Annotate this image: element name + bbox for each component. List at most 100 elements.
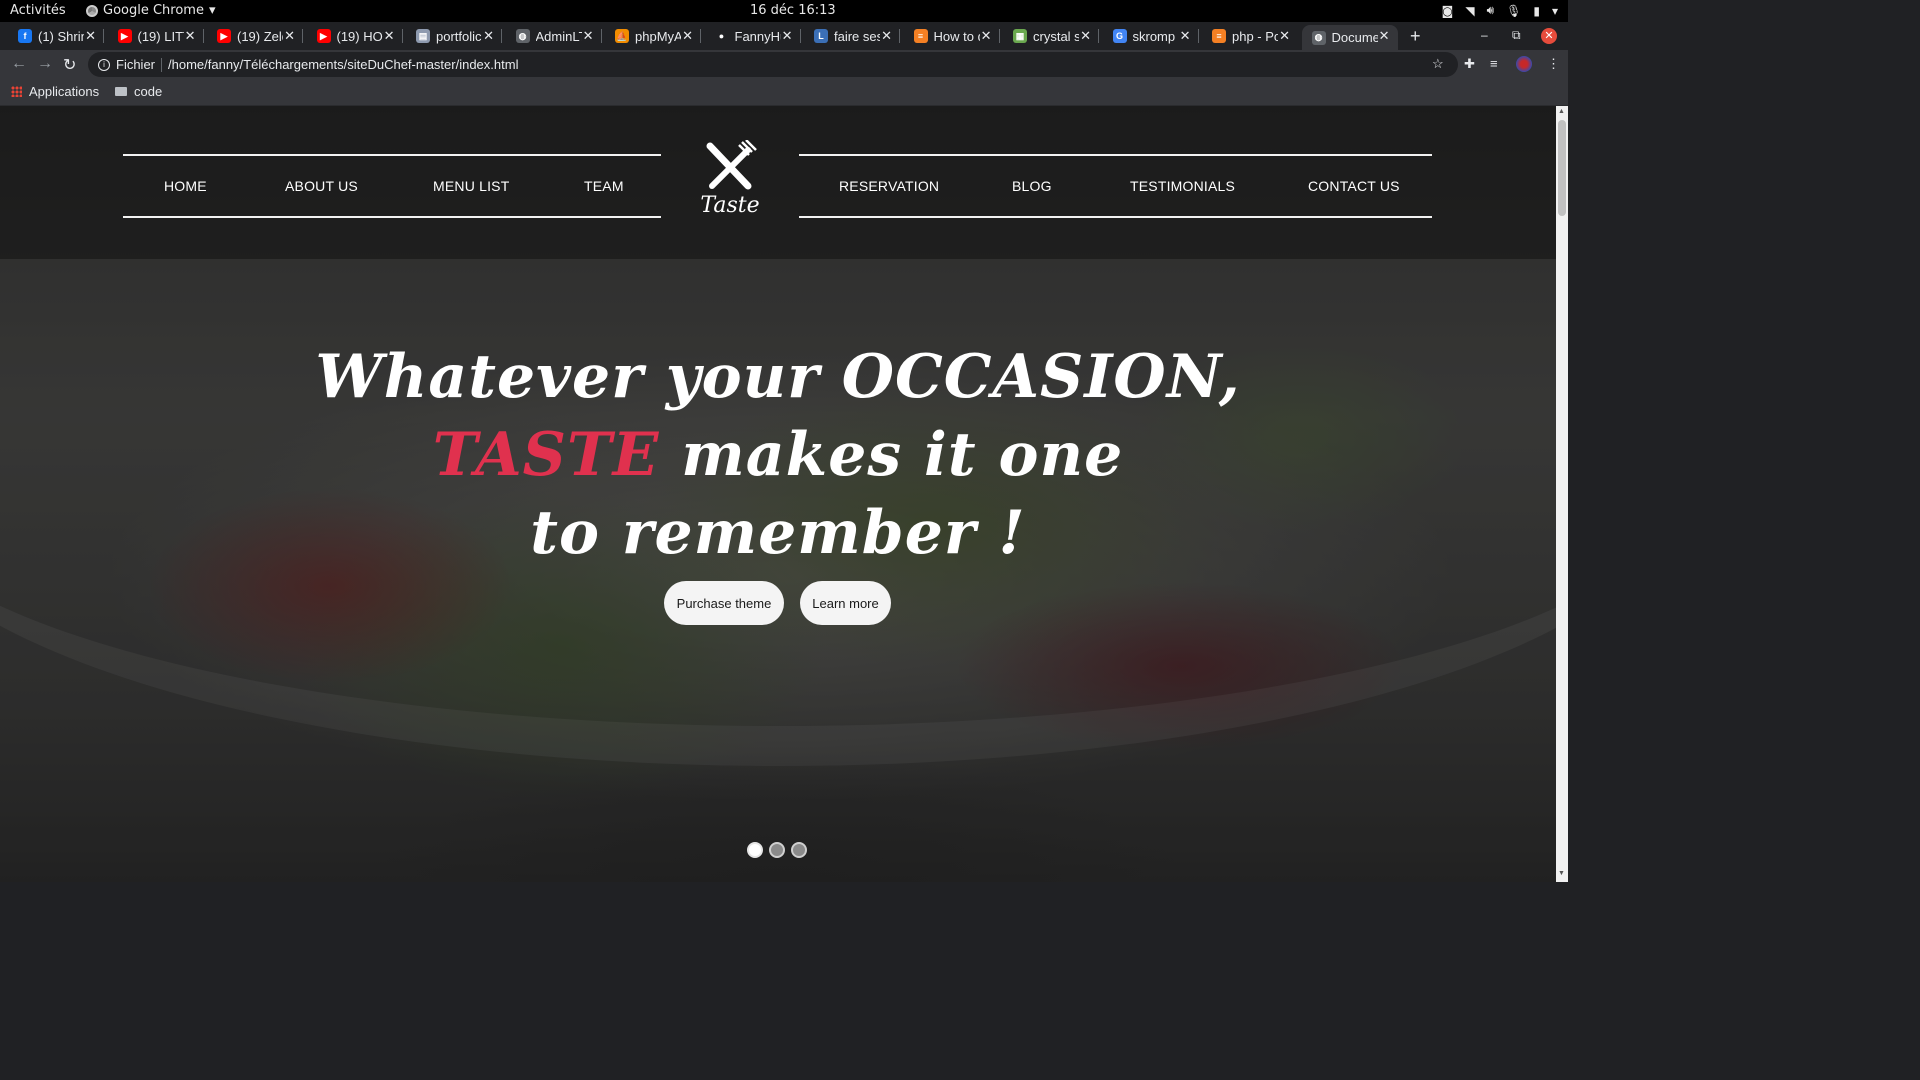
- battery-icon: ▮: [1533, 3, 1540, 18]
- close-tab-icon[interactable]: ✕: [583, 28, 594, 44]
- wifi-icon: ◥: [1465, 3, 1475, 18]
- close-tab-icon[interactable]: ✕: [185, 28, 196, 44]
- bookmark-label: Applications: [29, 84, 100, 99]
- close-tab-icon[interactable]: ✕: [384, 28, 395, 44]
- chrome-icon: [86, 4, 98, 17]
- minimize-button[interactable]: –: [1481, 28, 1488, 42]
- system-top-bar: Activités Google Chrome ▾ 16 déc 16:13 ◙…: [0, 0, 1568, 22]
- browser-tab[interactable]: ▦ crystal s ✕: [1003, 25, 1099, 47]
- carousel-dot-1[interactable]: [747, 842, 763, 858]
- back-icon[interactable]: ←: [11, 55, 27, 73]
- browser-tab[interactable]: ▶ (19) LITT✕: [108, 25, 204, 47]
- learn-more-button[interactable]: Learn more: [800, 581, 891, 625]
- info-icon[interactable]: i: [98, 58, 110, 71]
- reload-icon[interactable]: ↻: [63, 55, 76, 75]
- site-logo[interactable]: Taste: [700, 139, 760, 218]
- nav-about-us[interactable]: ABOUT US: [285, 178, 358, 194]
- tab-title: (19) LITT: [137, 28, 184, 44]
- hero-accent-word: TASTE: [432, 420, 660, 490]
- close-tab-icon[interactable]: ✕: [682, 28, 693, 44]
- browser-tab[interactable]: Lfaire ses ✕: [804, 25, 900, 47]
- close-tab-icon[interactable]: ✕: [782, 28, 793, 44]
- browser-tab[interactable]: Gskromp ✕: [1103, 25, 1199, 47]
- bookmark-folder-code[interactable]: code: [115, 84, 162, 99]
- browser-tab[interactable]: ≡ How to d✕: [904, 25, 1000, 47]
- nav-contact-us[interactable]: CONTACT US: [1308, 178, 1400, 194]
- tab-separator: [103, 29, 104, 43]
- purchase-theme-button[interactable]: Purchase theme: [664, 581, 784, 625]
- scroll-down-icon[interactable]: ▼: [1558, 870, 1565, 877]
- activities-button[interactable]: Activités: [10, 3, 66, 18]
- nav-team[interactable]: TEAM: [584, 178, 624, 194]
- system-tray[interactable]: ◙ ◥ 🔊︎ 🎙︎ ▮ ▾: [1442, 3, 1558, 18]
- tab-separator: [600, 29, 602, 43]
- browser-tab[interactable]: f (1) Shrin ✕: [8, 25, 104, 47]
- nav-home[interactable]: HOME: [164, 178, 207, 194]
- tab-favicon-icon: ▶: [217, 29, 231, 43]
- bookmark-label: code: [134, 84, 163, 99]
- browser-tab[interactable]: ● FannyHu✕: [705, 25, 801, 47]
- nav-blog[interactable]: BLOG: [1012, 178, 1052, 194]
- tab-title: php - Po: [1232, 28, 1278, 44]
- close-tab-icon[interactable]: ✕: [1379, 28, 1390, 44]
- nav-menu-list[interactable]: MENU LIST: [433, 178, 509, 194]
- close-tab-icon[interactable]: ✕: [85, 28, 96, 44]
- tab-favicon-icon: ≡: [1212, 29, 1226, 43]
- tab-strip: f(1) Shrin✕▶(19) LITT✕▶(19) Zeld✕▶(19) H…: [0, 22, 1568, 50]
- tab-title: portfolic: [436, 28, 482, 44]
- nav-reservation[interactable]: RESERVATION: [839, 178, 939, 194]
- browser-tab[interactable]: ▤ portfolic ✕: [406, 25, 502, 47]
- close-tab-icon[interactable]: ✕: [881, 28, 892, 44]
- browser-tab[interactable]: ⛵ phpMyA ✕: [605, 25, 701, 47]
- site-header: HOME ABOUT US MENU LIST TEAM Taste RESER…: [0, 106, 1556, 259]
- browser-tab[interactable]: ◍ AdminLT ✕: [506, 25, 602, 47]
- discord-icon[interactable]: ◙: [1442, 4, 1454, 18]
- tab-title: skromp: [1132, 28, 1176, 44]
- app-menu-label: Google Chrome: [103, 3, 204, 18]
- scrollbar-thumb[interactable]: [1558, 120, 1566, 216]
- browser-tab[interactable]: ◍ Docume ✕: [1301, 25, 1398, 50]
- close-tab-icon[interactable]: ✕: [1180, 28, 1191, 44]
- browser-tab[interactable]: ▶ (19) HOW✕: [307, 25, 403, 47]
- bookmark-star-icon[interactable]: ☆: [1432, 56, 1444, 72]
- tab-favicon-icon: ⛵: [615, 29, 629, 43]
- close-tab-icon[interactable]: ✕: [981, 28, 992, 44]
- new-tab-button[interactable]: +: [1410, 26, 1421, 47]
- nav-rule-bottom-right: [799, 216, 1432, 218]
- browser-tab[interactable]: ▶ (19) Zeld✕: [207, 25, 303, 47]
- menu-kebab-icon[interactable]: ⋮: [1547, 56, 1560, 72]
- tab-favicon-icon: ●: [714, 29, 729, 43]
- chevron-down-icon: ▾: [208, 3, 216, 18]
- tab-favicon-icon: ▤: [416, 29, 430, 43]
- nav-rule-top-right: [799, 154, 1432, 156]
- clock[interactable]: 16 déc 16:13: [750, 3, 836, 18]
- nav-testimonials[interactable]: TESTIMONIALS: [1130, 178, 1235, 194]
- carousel-dot-2[interactable]: [769, 842, 785, 858]
- extensions-icon[interactable]: ✚: [1464, 56, 1475, 72]
- tab-title: phpMyA: [635, 28, 681, 44]
- tab-favicon-icon: ▶: [316, 29, 331, 43]
- close-tab-icon[interactable]: ✕: [483, 28, 494, 44]
- close-tab-icon[interactable]: ✕: [1080, 28, 1091, 44]
- close-tab-icon[interactable]: ✕: [284, 28, 295, 44]
- tab-separator: [501, 29, 502, 43]
- scroll-up-icon[interactable]: ▲: [1558, 108, 1565, 115]
- tab-favicon-icon: ≡: [913, 29, 928, 43]
- close-window-button[interactable]: ✕: [1541, 28, 1557, 44]
- scheme-label: Fichier: [116, 57, 156, 72]
- browser-tab[interactable]: ≡ php - Po ✕: [1202, 25, 1298, 47]
- address-bar[interactable]: i Fichier /home/fanny/Téléchargements/si…: [88, 52, 1458, 77]
- tab-title: (19) Zeld: [237, 28, 283, 44]
- tab-title: Docume: [1331, 30, 1378, 45]
- divider: [161, 57, 163, 72]
- url-text[interactable]: /home/fanny/Téléchargements/siteDuChef-m…: [168, 57, 518, 72]
- profile-avatar[interactable]: [1516, 56, 1532, 72]
- bookmark-applications[interactable]: Applications: [11, 84, 99, 99]
- close-tab-icon[interactable]: ✕: [1279, 28, 1290, 44]
- restore-button[interactable]: ⧉: [1512, 28, 1521, 43]
- page-scrollbar[interactable]: ▲ ▼: [1556, 106, 1568, 882]
- media-controls-icon[interactable]: ≡: [1490, 56, 1498, 71]
- app-menu[interactable]: Google Chrome ▾: [86, 3, 216, 18]
- forward-icon[interactable]: →: [37, 55, 53, 73]
- carousel-dot-3[interactable]: [791, 842, 807, 858]
